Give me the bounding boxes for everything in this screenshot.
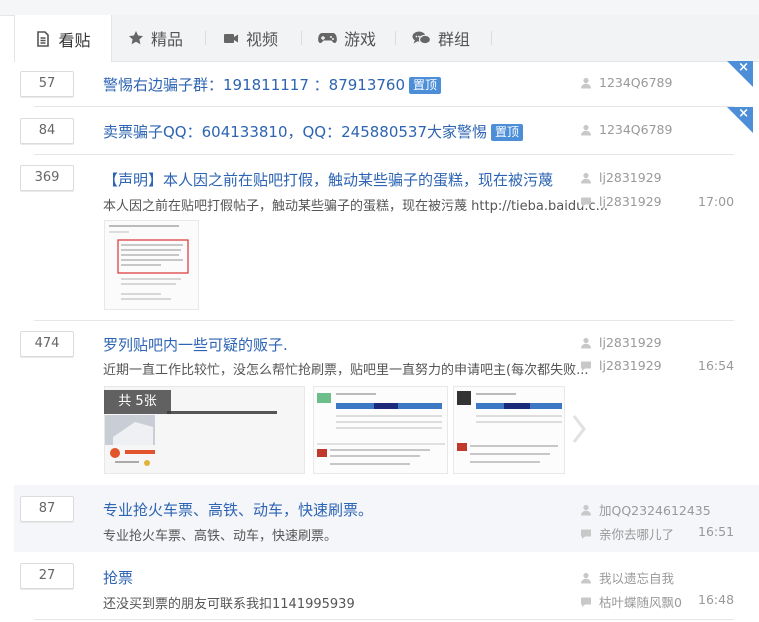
thread-abstract: 还没买到票的朋友可联系我扣1141995939 [103, 597, 355, 612]
author-name: 1234Q6789 [599, 75, 673, 90]
post-image-thumbnail[interactable] [313, 386, 448, 474]
tab-label: 游戏 [344, 30, 377, 49]
user-icon [581, 504, 591, 515]
row-divider [34, 320, 734, 321]
user-icon [581, 337, 591, 348]
comment-icon [581, 197, 591, 207]
last-replier[interactable]: 枯叶蝶随风飘0 [580, 592, 682, 611]
thread-title[interactable]: 罗列贴吧内一些可疑的贩子. [103, 334, 288, 355]
user-icon [581, 172, 591, 183]
pinned-badge: 置顶 [491, 124, 524, 141]
thread-title[interactable]: 抢票 [103, 567, 133, 588]
last-replier-name: 枯叶蝶随风飘0 [599, 595, 682, 610]
tab-label: 看贴 [58, 30, 91, 50]
document-icon [37, 30, 50, 47]
hide-thread-button[interactable]: × [727, 61, 753, 87]
reply-count: 27 [20, 563, 74, 589]
row-divider [34, 154, 734, 155]
tab-label: 精品 [151, 30, 184, 49]
thread-author[interactable]: 1234Q6789 [580, 75, 672, 90]
reply-count: 57 [20, 71, 74, 97]
thread-abstract: 本人因之前在贴吧打假帖子，触动某些骗子的蛋糕，现在被污蔑 http://tieb… [103, 199, 609, 214]
last-reply-time: 16:54 [698, 358, 735, 373]
close-icon: × [738, 106, 749, 121]
last-replier-name: lj2831929 [599, 358, 662, 373]
star-icon [129, 31, 143, 45]
screenshot-thumbnail-graphic [105, 221, 198, 309]
tab-games[interactable]: 游戏 [318, 15, 376, 61]
comment-icon [581, 361, 591, 371]
thread-author[interactable]: lj2831929 [580, 170, 662, 185]
user-icon [581, 77, 591, 88]
post-image-thumbnail[interactable] [104, 220, 199, 310]
reply-count: 84 [20, 118, 74, 144]
tab-divider [205, 31, 206, 45]
tab-divider [395, 31, 396, 45]
close-icon: × [738, 60, 749, 75]
author-name: 加QQ2324612435 [599, 503, 711, 518]
thread-author[interactable]: lj2831929 [580, 335, 662, 350]
photo-count-badge: 共 5张 [104, 390, 171, 414]
row-divider [34, 106, 734, 107]
tab-groups[interactable]: 群组 [412, 15, 470, 61]
last-reply-time: 16:51 [698, 524, 735, 539]
tab-divider [301, 31, 302, 45]
thread-title-text: 卖票骗子QQ：604133810，QQ：245880537大家警惕 [103, 123, 488, 141]
last-reply-time: 17:00 [698, 194, 735, 209]
tab-label: 视频 [246, 30, 279, 49]
thread-title-text: 警惕右边骗子群：191811117 ：87913760 [103, 76, 406, 94]
thread-author[interactable]: 加QQ2324612435 [580, 500, 711, 519]
chat-bubbles-icon [412, 31, 431, 45]
gamepad-icon [318, 33, 337, 43]
last-replier-name: 亲你去哪儿了 [599, 527, 675, 542]
last-replier[interactable]: 亲你去哪儿了 [580, 524, 674, 543]
reply-count: 474 [20, 331, 74, 357]
webpage-thumbnail-graphic [454, 387, 564, 473]
hide-thread-button[interactable]: × [727, 107, 753, 133]
tab-label: 群组 [438, 30, 471, 49]
webpage-thumbnail-graphic [314, 387, 447, 473]
thread-abstract: 专业抢火车票、高铁、动车，快速刷票。 [103, 529, 338, 544]
tab-video[interactable]: 视频 [223, 15, 278, 61]
thread-author[interactable]: 1234Q6789 [580, 122, 672, 137]
thread-title[interactable]: 卖票骗子QQ：604133810，QQ：245880537大家警惕 置顶 [103, 121, 524, 142]
row-divider [34, 619, 734, 620]
tab-featured[interactable]: 精品 [128, 15, 183, 61]
comment-icon [581, 597, 591, 607]
thread-abstract: 近期一直工作比较忙，没怎么帮忙抢刷票，贴吧里一直努力的申请吧主(每次都失败... [103, 363, 589, 378]
author-name: lj2831929 [599, 335, 662, 350]
user-icon [581, 124, 591, 135]
last-replier[interactable]: lj2831929 [580, 358, 662, 373]
user-icon [581, 572, 591, 583]
thread-author[interactable]: 我以遗忘自我 [580, 568, 674, 587]
author-name: 我以遗忘自我 [599, 571, 675, 586]
reply-count: 369 [20, 165, 74, 191]
thread-title[interactable]: 警惕右边骗子群：191811117 ：87913760 置顶 [103, 74, 442, 95]
last-reply-time: 16:48 [698, 592, 735, 607]
post-image-thumbnail[interactable] [453, 386, 565, 474]
author-name: 1234Q6789 [599, 122, 673, 137]
reply-count: 87 [20, 496, 74, 522]
last-replier-name: lj2831929 [599, 194, 662, 209]
tab-divider [491, 31, 492, 45]
video-camera-icon [224, 34, 238, 43]
top-bar [0, 0, 759, 16]
author-name: lj2831929 [599, 170, 662, 185]
last-replier[interactable]: lj2831929 [580, 194, 662, 209]
tab-posts[interactable]: 看贴 [15, 15, 112, 62]
comment-icon [581, 529, 591, 539]
thread-tabs: 看贴 精品 视频 游戏 群组 [14, 15, 759, 62]
thread-title[interactable]: 【声明】本人因之前在贴吧打假，触动某些骗子的蛋糕，现在被污蔑 [103, 169, 553, 190]
chevron-right-icon[interactable] [571, 414, 587, 444]
thread-title[interactable]: 专业抢火车票、高铁、动车，快速刷票。 [103, 499, 373, 520]
pinned-badge: 置顶 [409, 77, 442, 94]
